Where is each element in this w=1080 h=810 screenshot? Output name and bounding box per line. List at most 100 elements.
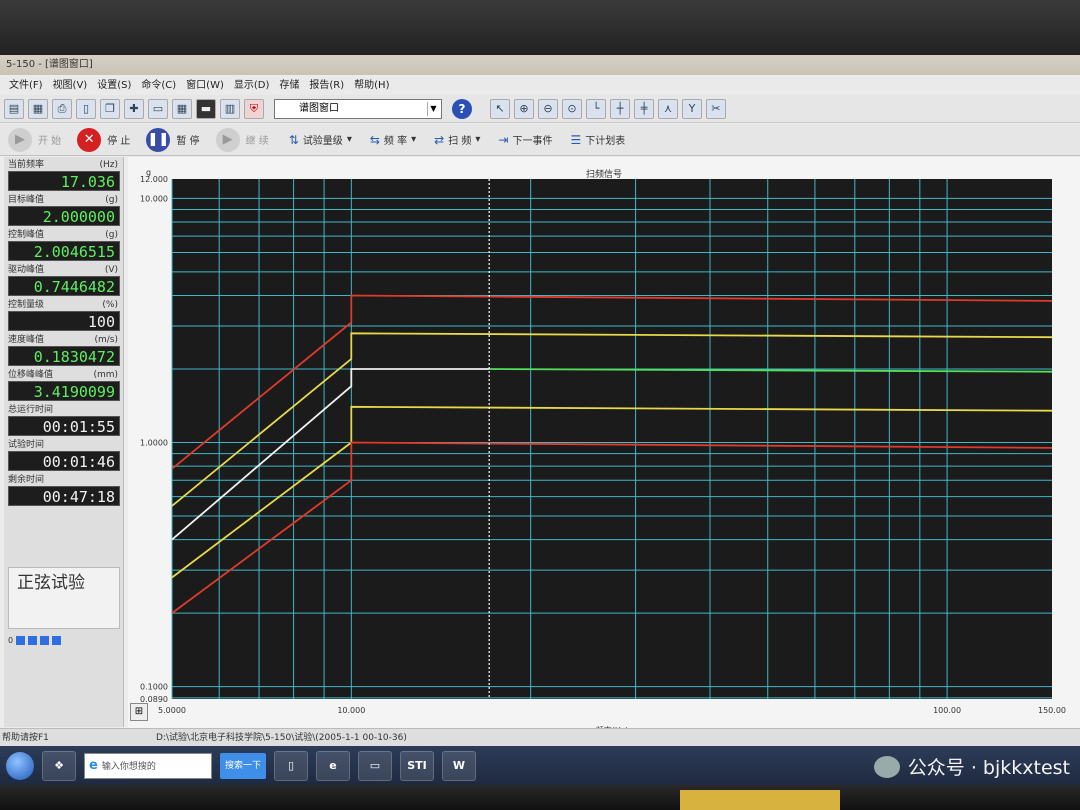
zoom-reset-icon[interactable]: ⊙ [562,98,582,119]
windows-start-icon[interactable] [6,751,34,780]
menu-display[interactable]: 显示(D) [229,77,275,95]
print-icon[interactable]: ⎙ [52,98,72,119]
save-icon[interactable]: ▤ [4,98,24,119]
next-plan-icon: ☰ [570,132,582,147]
wechat-icon [873,755,900,778]
tools-icon[interactable]: ✂ [706,98,726,119]
start-button[interactable]: ▶ 开 始 [6,127,69,153]
progress-block [40,635,50,645]
document-app-icon[interactable]: ▯ [274,750,308,781]
next-plan-button[interactable]: ☰ 下计划表 [564,132,631,148]
y-axis-label: g [146,168,151,177]
chart-zoom-icon[interactable]: ⊞ [130,703,148,721]
resume-icon: ▶ [215,127,240,152]
zoom-in-icon[interactable]: ⊕ [514,98,534,119]
control-toolbar: ▶ 开 始 ✕ 停 止 ❚❚ 暂 停 ▶ 继 续 ⇅ 试验量级 ▾ ⇆ 频 率 … [0,124,1080,156]
stat-label: 目标峰值 [8,195,45,205]
y-tick-label: 12.000 [140,175,168,184]
stat-item: 当前频率 (Hz) 17.036 [8,159,120,191]
stat-label: 控制峰值 [8,230,45,240]
sweep-dropdown[interactable]: ⇄ 扫 频 ▾ [428,132,486,148]
menu-bar: 文件(F) 视图(V) 设置(S) 命令(C) 窗口(W) 显示(D) 存储 报… [0,77,1080,95]
menu-file[interactable]: 文件(F) [4,77,48,95]
folder-app-icon[interactable]: ▭ [358,750,392,781]
stat-label: 剩余时间 [8,475,45,485]
windows-logo-icon[interactable]: ❖ [42,750,76,781]
taskbar-search-input[interactable]: e 输入你想搜的 [84,752,212,779]
stat-value: 0.1830472 [8,346,120,366]
level-label: 试验量级 [302,136,343,147]
stat-value: 00:01:55 [8,416,120,436]
progress-label: 0 [8,635,14,645]
frequency-label: 频 率 [383,136,408,147]
stat-label-row: 目标峰值 (g) [8,194,120,206]
menu-help[interactable]: 帮助(H) [349,77,394,95]
stat-value: 00:01:46 [8,451,120,471]
help-icon[interactable]: ? [452,98,472,119]
marker-icon[interactable]: ╪ [634,98,654,119]
resume-button[interactable]: ▶ 继 续 [214,127,277,153]
frequency-dropdown[interactable]: ⇆ 频 率 ▾ [364,132,422,148]
table-icon[interactable]: ▥ [220,98,240,119]
sweep-chart[interactable]: 12.00010.0001.00000.10000.08905.0000 10.0… [128,157,1080,737]
status-path: D:\试验\北京电子科技学院\5-150\试验\(2005-1-1 00-10-… [156,733,407,743]
y-tick-label: 0.1000 [140,683,168,692]
stat-label: 驱动峰值 [8,265,45,275]
chevron-down-icon: ▾ [346,134,352,145]
menu-window[interactable]: 窗口(W) [181,77,229,95]
menu-settings[interactable]: 设置(S) [92,77,136,95]
copy-icon[interactable]: ❐ [100,98,120,119]
stat-label: 试验时间 [8,440,45,450]
status-help: 帮助请按F1 [2,733,49,743]
split-icon[interactable]: ⋏ [658,98,678,119]
menu-command[interactable]: 命令(C) [136,77,181,95]
word-app-icon[interactable]: W [442,750,476,781]
pause-icon: ❚❚ [146,127,171,152]
axis-icon[interactable]: └ [586,98,606,119]
menu-report[interactable]: 报告(R) [304,77,349,95]
next-event-button[interactable]: ⇥ 下一事件 [492,132,558,148]
shield-icon[interactable]: ⛨ [244,98,264,119]
stat-label-row: 总运行时间 [8,404,120,416]
progress-block [16,635,26,645]
stat-value: 00:47:18 [8,486,120,506]
sti-app-icon[interactable]: STI [400,750,434,781]
pause-button[interactable]: ❚❚ 暂 停 [144,127,207,153]
menu-view[interactable]: 视图(V) [48,77,93,95]
x-tick-label: 150.00 [1038,706,1066,715]
display-icon[interactable]: ▬ [196,98,216,119]
taskbar-search-button[interactable]: 搜索一下 [220,752,266,779]
menu-store[interactable]: 存储 [274,77,304,95]
monitor-bezel-bottom [0,785,1080,810]
level-icon: ⇅ [288,132,299,147]
window-select-value: 谱图窗口 [299,102,339,114]
stat-label: 控制量级 [8,300,45,310]
document-icon[interactable]: ▯ [76,98,96,119]
fork-icon[interactable]: Y [682,98,702,119]
zoom-out-icon[interactable]: ⊖ [538,98,558,119]
cross-layout-icon[interactable]: ✚ [124,98,144,119]
crosshair-icon[interactable]: ┼ [610,98,630,119]
browser-app-icon[interactable]: e [316,750,350,781]
resume-label: 继 续 [245,136,269,147]
grid-icon[interactable]: ▦ [172,98,192,119]
open-icon[interactable]: ▦ [28,98,48,119]
level-dropdown[interactable]: ⇅ 试验量级 ▾ [283,132,358,148]
monitor-bezel-top [0,0,1080,55]
cursor-icon[interactable]: ↖ [490,98,510,119]
window-select[interactable]: 谱图窗口 ▼ [274,98,442,119]
chevron-down-icon[interactable]: ▼ [427,101,439,116]
stat-label-row: 控制峰值 (g) [8,229,120,241]
stat-unit: (m/s) [94,335,118,345]
x-tick-label: 5.0000 [158,706,186,715]
stat-label: 总运行时间 [8,405,54,415]
stop-button[interactable]: ✕ 停 止 [75,127,138,153]
stat-value: 0.7446482 [8,276,120,296]
sticky-tape [680,790,840,810]
sweep-label: 扫 频 [448,136,472,147]
frame-icon[interactable]: ▭ [148,98,168,119]
start-label: 开 始 [38,136,62,147]
stat-value: 100 [8,311,120,331]
stat-label-row: 试验时间 [8,439,120,451]
status-panel: 当前频率 (Hz) 17.036 目标峰值 (g) 2.000000 控制峰值 (g) 2.00… [4,157,124,727]
